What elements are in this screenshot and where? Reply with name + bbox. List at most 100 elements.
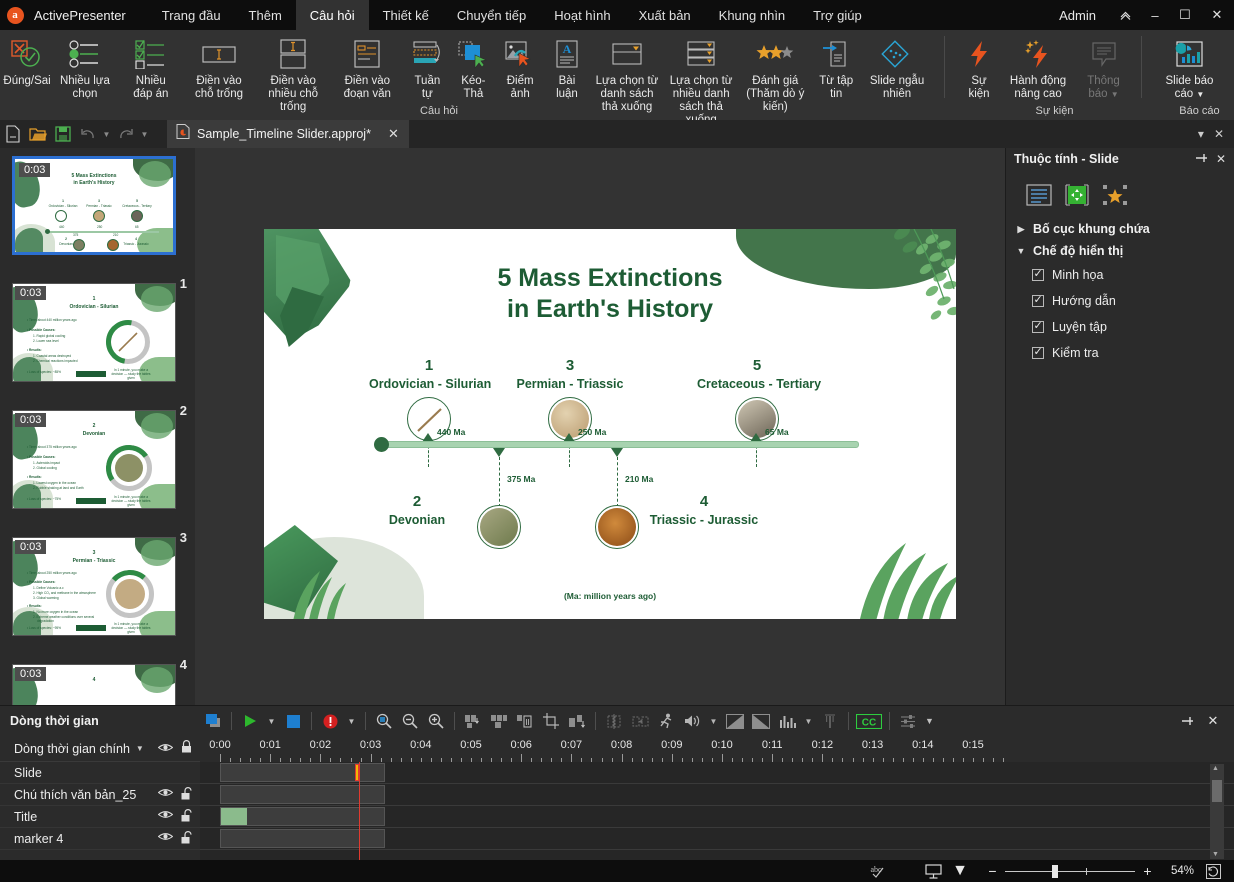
scroll-down-arrow-icon[interactable]: ▼ [1212,851,1219,858]
close-ribbon-icon[interactable]: ✕ [1214,127,1224,141]
ribbon-button-thong-bao[interactable]: Thông báo ▼ [1074,30,1133,101]
close-button[interactable]: ✕ [1200,0,1234,30]
menu-tab-trang-dau[interactable]: Trang đầu [148,0,235,30]
split-icon[interactable] [564,706,590,736]
redo-icon[interactable] [113,120,138,148]
lock-open-icon[interactable] [181,830,192,847]
ribbon-button-tu-tap-tin[interactable]: Từ tập tin [812,30,860,101]
close-icon[interactable]: ✕ [1200,706,1226,736]
eye-icon[interactable] [157,787,174,803]
ribbon-button-dien-vao-nhieu-cho-trong[interactable]: Điền vào nhiều chỗ trống [256,30,330,114]
ribbon-button-dung-sai[interactable]: Đúng/Sai [3,30,51,88]
zoom-out-button[interactable]: − [986,863,999,879]
insert-time-icon[interactable] [601,706,627,736]
slide-canvas[interactable]: 5 Mass Extinctions in Earth's History 1 … [264,229,956,619]
checkbox-row-minh-hoa[interactable]: Minh họa [1006,262,1234,288]
lock-open-icon[interactable] [181,786,192,803]
chevron-down-icon[interactable]: ▼ [1016,246,1026,256]
chevron-right-icon[interactable]: ▶ [1016,224,1026,235]
fade-out-icon[interactable] [748,706,774,736]
normalize-dropdown-icon[interactable]: ▼ [800,706,817,736]
ribbon-button-nhieu-dap-an[interactable]: Nhiều đáp án [120,30,182,101]
menu-tab-xuat-ban[interactable]: Xuất bản [625,0,705,30]
volume-icon[interactable] [679,706,705,736]
chevron-down-icon[interactable]: ▼ [1196,90,1204,99]
menu-tab-cau-hoi[interactable]: Câu hỏi [295,0,369,30]
ribbon-button-dien-vao-doan-van[interactable]: Điền vào đoạn văn [330,30,404,101]
timeline-panel-controls[interactable]: ✕ [1174,706,1234,736]
scroll-up-arrow-icon[interactable]: ▲ [1212,765,1219,772]
fade-in-icon[interactable] [722,706,748,736]
slide-thumbnail-image[interactable]: 0:03 2 Devonian • Time: about 375 millio… [12,410,176,509]
timeline-vertical-scrollbar[interactable]: ▲ ▼ [1210,764,1224,859]
slide-thumbnail-1[interactable]: 0:03 5 Mass Extinctions in Earth's Histor… [12,156,195,291]
zoom-in-button[interactable]: + [1141,863,1154,879]
track-options-icon[interactable] [895,706,921,736]
slide-thumbnail-4[interactable]: 0:03 3 Permian - Triassic • Time: about … [12,537,195,672]
ribbon-button-nhieu-lua-chon[interactable]: Nhiều lựa chọn [50,30,120,101]
redo-dropdown-icon[interactable]: ▼ [138,120,151,148]
volume-dropdown-icon[interactable]: ▼ [705,706,722,736]
checkbox-row-luyen-tap[interactable]: Luyện tập [1006,314,1234,340]
slide-thumbnail-image[interactable]: 0:03 5 Mass Extinctions in Earth's Histor… [12,156,176,255]
noise-reduction-icon[interactable] [817,706,843,736]
interactivity-tab[interactable] [1100,182,1130,208]
play-dropdown-icon[interactable]: ▼ [263,706,280,736]
view-dropdown-icon[interactable]: ▼ [952,862,968,880]
play-icon[interactable] [237,706,263,736]
slide-thumbnail-2[interactable]: 0:03 1 Ordovician - Silurian • Time: abo… [12,283,195,418]
track-label-slide[interactable]: Slide [0,762,200,784]
playhead-line[interactable] [359,762,360,861]
menu-tab-hoat-hinh[interactable]: Hoạt hình [540,0,624,30]
ribbon-button-lua-chon-tu-danh-sach-tha-xuong[interactable]: Lựa chọn từ danh sách thả xuống [590,30,664,114]
collapse-ribbon-icon[interactable] [1110,0,1140,30]
cut-icon[interactable] [460,706,486,736]
slide-thumbnail-3[interactable]: 0:03 2 Devonian • Time: about 375 millio… [12,410,195,545]
fit-to-window-icon[interactable] [1200,863,1226,879]
lock-closed-icon[interactable] [181,739,192,758]
close-icon[interactable]: ✕ [1216,152,1226,166]
ribbon-button-bai-luan[interactable]: A Bài luận [544,30,590,101]
copy-range-icon[interactable] [486,706,512,736]
insert-frame-icon[interactable] [627,706,653,736]
menu-tab-chuyen-tiep[interactable]: Chuyển tiếp [443,0,540,30]
ribbon-button-slide-bao-cao[interactable]: Slide báo cáo ▼ [1153,30,1226,101]
scrollbar-thumb[interactable] [1212,780,1222,802]
track-row-title[interactable] [200,806,1234,828]
ribbon-button-keo-tha[interactable]: Kéo-Thả [450,30,496,101]
checkbox-minh-hoa[interactable] [1032,267,1044,281]
maximize-button[interactable]: ☐ [1170,0,1200,30]
more-options-icon[interactable]: ▼ [921,706,938,736]
eye-icon[interactable] [157,740,174,758]
open-folder-icon[interactable] [25,120,50,148]
animation-icon[interactable] [653,706,679,736]
status-bar-right[interactable]: abc ▼ − + 54% [866,862,1234,880]
slide-layout-tab[interactable] [1062,182,1092,208]
slide-thumbnail-panel[interactable]: 0:03 5 Mass Extinctions in Earth's Histor… [0,148,195,705]
track-clip[interactable] [220,829,385,848]
ribbon-options-icon[interactable]: ▾ [1198,127,1204,141]
track-label-title[interactable]: Title [0,806,200,828]
menu-tab-thiet-ke[interactable]: Thiết kế [369,0,443,30]
track-label-marker-4[interactable]: marker 4 [0,828,200,850]
normalize-icon[interactable] [774,706,800,736]
menu-tab-tro-giup[interactable]: Trợ giúp [799,0,876,30]
track-row-slide[interactable] [200,762,1234,784]
eye-icon[interactable] [157,809,174,825]
undo-icon[interactable] [75,120,100,148]
document-tab[interactable]: Sample_Timeline Slider.approj* ✕ [167,120,409,148]
checkbox-huong-dan[interactable] [1032,293,1044,307]
delete-range-icon[interactable] [512,706,538,736]
checkbox-luyen-tap[interactable] [1032,319,1044,333]
pin-icon[interactable] [1195,152,1208,167]
spell-check-icon[interactable]: abc [866,863,892,879]
ribbon-button-lua-chon-tu-nhieu-danh-sach-tha-xuong[interactable]: Lựa chọn từ nhiều danh sách thả xuống [664,30,738,127]
zoom-out-icon[interactable] [397,706,423,736]
checkbox-row-kiem-tra[interactable]: Kiểm tra [1006,340,1234,366]
zoom-in-icon[interactable] [423,706,449,736]
main-timeline-selector[interactable]: Dòng thời gian chính ▼ [0,736,200,762]
slide-properties-tab[interactable] [1024,182,1054,208]
slide-canvas-area[interactable]: 5 Mass Extinctions in Earth's History 1 … [195,148,1005,705]
zoom-slider[interactable] [1005,864,1135,878]
timeline-toolbar[interactable]: ▼ ▼ ▼ ▼ CC ▼ [200,706,938,736]
